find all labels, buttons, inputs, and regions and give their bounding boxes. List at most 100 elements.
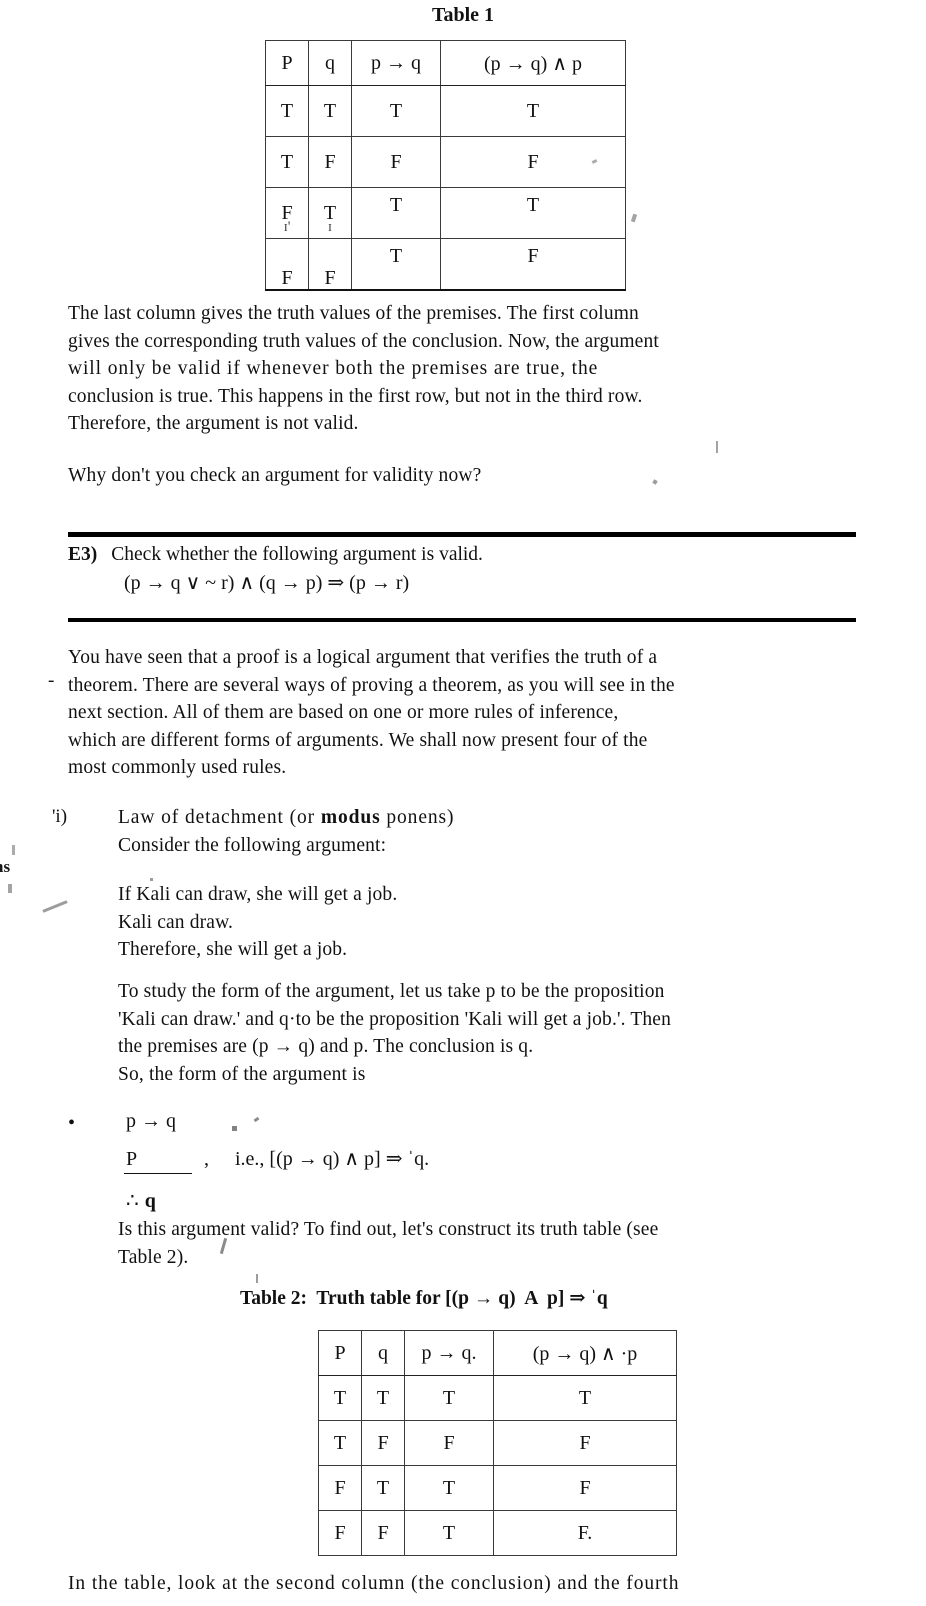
rule-title-part1: Law of detachment (or: [118, 807, 321, 828]
exercise-e3: E3) Check whether the following argument…: [68, 544, 483, 595]
table1-cell: F: [440, 136, 626, 188]
table-row: T F F F: [265, 136, 626, 188]
paragraph-line: Is this argument valid? To find out, let…: [118, 1219, 659, 1240]
table1-cell: T ɪ: [308, 187, 352, 239]
table1-cell: T: [308, 85, 352, 137]
table2-wrapper: P q p → q. (p → q) ∧ ·p T T T T T F F F …: [318, 1330, 677, 1556]
paragraph-line: You have seen that a proof is a logical …: [68, 647, 658, 668]
scan-speck: [232, 1126, 237, 1131]
table2-cell: T: [493, 1375, 677, 1421]
table-row: T F F F: [318, 1420, 677, 1466]
argument-conclusion-row: ∴ q: [126, 1188, 156, 1213]
table2-cell: F.: [493, 1510, 677, 1556]
paragraph-argument-form: To study the form of the argument, let u…: [118, 978, 671, 1088]
table1-cell: T: [351, 238, 441, 291]
table1-cell: F: [308, 238, 352, 291]
table1-header-cell: p → q: [351, 40, 441, 86]
table2-cell: F: [361, 1510, 405, 1556]
table2-cell: T: [318, 1420, 362, 1466]
page-canvas: Table 1 P q p → q (p → q) ∧ p T T T T T …: [0, 0, 926, 1606]
table-row: F F T F: [265, 238, 626, 291]
table-row: F ɪ' T ɪ T T: [265, 187, 626, 239]
paragraph-check-argument: Why don't you check an argument for vali…: [68, 462, 481, 490]
table2-cell: T: [318, 1375, 362, 1421]
table1-cell: T: [265, 85, 309, 137]
rule-title: Law of detachment (or modus ponens): [118, 804, 454, 832]
paragraph-truth-values: The last column gives the truth values o…: [68, 300, 659, 438]
table2-cell: T: [361, 1375, 405, 1421]
table2-cell: F: [318, 1465, 362, 1511]
scan-speck: [12, 845, 15, 855]
scan-speck: [630, 213, 638, 223]
exercise-formula: (p → q ∨ ~ r) ∧ (q → p) ⇒ (p → r): [124, 572, 410, 594]
exercise-label: E3): [68, 544, 98, 565]
table1-header-row: P q p → q (p → q) ∧ p: [265, 40, 626, 86]
paragraph-line: So, the form of the argument is: [118, 1063, 366, 1085]
rule-subtitle: Consider the following argument:: [118, 834, 387, 856]
table1-cell: F: [308, 136, 352, 188]
argument-premise-1: p → q: [126, 1110, 176, 1132]
scan-speck: [652, 479, 658, 485]
paragraph-line: will only be valid if whenever both the …: [68, 358, 599, 379]
table2-cell: T: [404, 1465, 494, 1511]
table2-caption-prefix: Table 2:: [240, 1288, 308, 1309]
table1: P q p → q (p → q) ∧ p T T T T T F F F F …: [265, 40, 626, 291]
table2-header-cell: P: [318, 1330, 362, 1376]
argument-conclusion: q: [144, 1190, 156, 1212]
rule-title-emphasis: modus: [320, 807, 381, 828]
table2-caption-rest: Truth table for [(p → q) A p] ⇒ ˈq: [307, 1288, 608, 1309]
scan-speck: [8, 884, 12, 893]
scan-speck: [256, 1274, 258, 1283]
margin-dash-mark: -: [48, 670, 55, 691]
paragraph-line: gives the corresponding truth values of …: [68, 330, 659, 352]
margin-note-fragment: ns: [0, 857, 11, 876]
table1-cell: F: [265, 238, 309, 291]
scan-speck: [253, 1116, 260, 1123]
table2-header-row: P q p → q. (p → q) ∧ ·p: [318, 1330, 677, 1376]
table1-header-cell: P: [265, 40, 309, 86]
rule-premise-list: If Kali can draw, she will get a job. Ka…: [118, 881, 454, 964]
table2-cell: T: [361, 1465, 405, 1511]
table1-header-cell: (p → q) ∧ p: [440, 40, 626, 86]
table2-cell: F: [361, 1420, 405, 1466]
table2-header-cell: (p → q) ∧ ·p: [493, 1330, 677, 1376]
table1-cell: F: [440, 238, 626, 291]
table1-cell: T: [351, 187, 441, 239]
exercise-rule-top: [68, 532, 856, 537]
table2-header-cell: q: [361, 1330, 405, 1376]
table1-caption: Table 1: [431, 4, 495, 26]
table1-header-cell: q: [308, 40, 352, 86]
paragraph-line: which are different forms of arguments. …: [68, 729, 648, 751]
table2-cell: T: [404, 1510, 494, 1556]
table2: P q p → q. (p → q) ∧ ·p T T T T T F F F …: [318, 1330, 677, 1556]
table1-cell: F: [351, 136, 441, 188]
scan-speck: [42, 900, 68, 913]
rule-premise: If Kali can draw, she will get a job.: [118, 884, 398, 905]
rule-title-part2: ponens): [380, 807, 455, 828]
table2-cell: F: [493, 1465, 677, 1511]
footer-line: In the table, look at the second column …: [68, 1573, 680, 1594]
argument-comma: ,: [204, 1148, 209, 1170]
scan-speck: [150, 878, 153, 881]
table-row: T T T T: [265, 85, 626, 137]
scan-speck: [716, 441, 718, 453]
exercise-prompt: Check whether the following argument is …: [111, 544, 483, 565]
paragraph-line: Why don't you check an argument for vali…: [68, 465, 482, 486]
table1-wrapper: P q p → q (p → q) ∧ p T T T T T F F F F …: [265, 40, 626, 291]
table2-cell: F: [318, 1510, 362, 1556]
table2-header-cell: p → q.: [404, 1330, 494, 1376]
paragraph-line: theorem. There are several ways of provi…: [68, 674, 675, 696]
table2-caption: Table 2: Truth table for [(p → q) A p] ⇒…: [240, 1286, 608, 1310]
argument-ie-statement: i.e., [(p → q) ∧ p] ⇒ ˈq.: [235, 1148, 430, 1170]
scan-artifact-ghost: ɪ: [327, 218, 333, 235]
table1-cell: T: [440, 85, 626, 137]
therefore-icon: ∴: [126, 1190, 139, 1212]
table2-cell: F: [404, 1420, 494, 1466]
rule-detachment: Law of detachment (or modus ponens) Cons…: [118, 804, 454, 964]
table-row: F F T F.: [318, 1510, 677, 1556]
paragraph-line: the premises are (p → q) and p. The conc…: [118, 1036, 534, 1057]
rule-premise: Kali can draw.: [118, 911, 234, 933]
table-row: T T T T: [318, 1375, 677, 1421]
table1-cell-glyph: T ɪ: [323, 201, 337, 235]
table1-cell: T: [265, 136, 309, 188]
